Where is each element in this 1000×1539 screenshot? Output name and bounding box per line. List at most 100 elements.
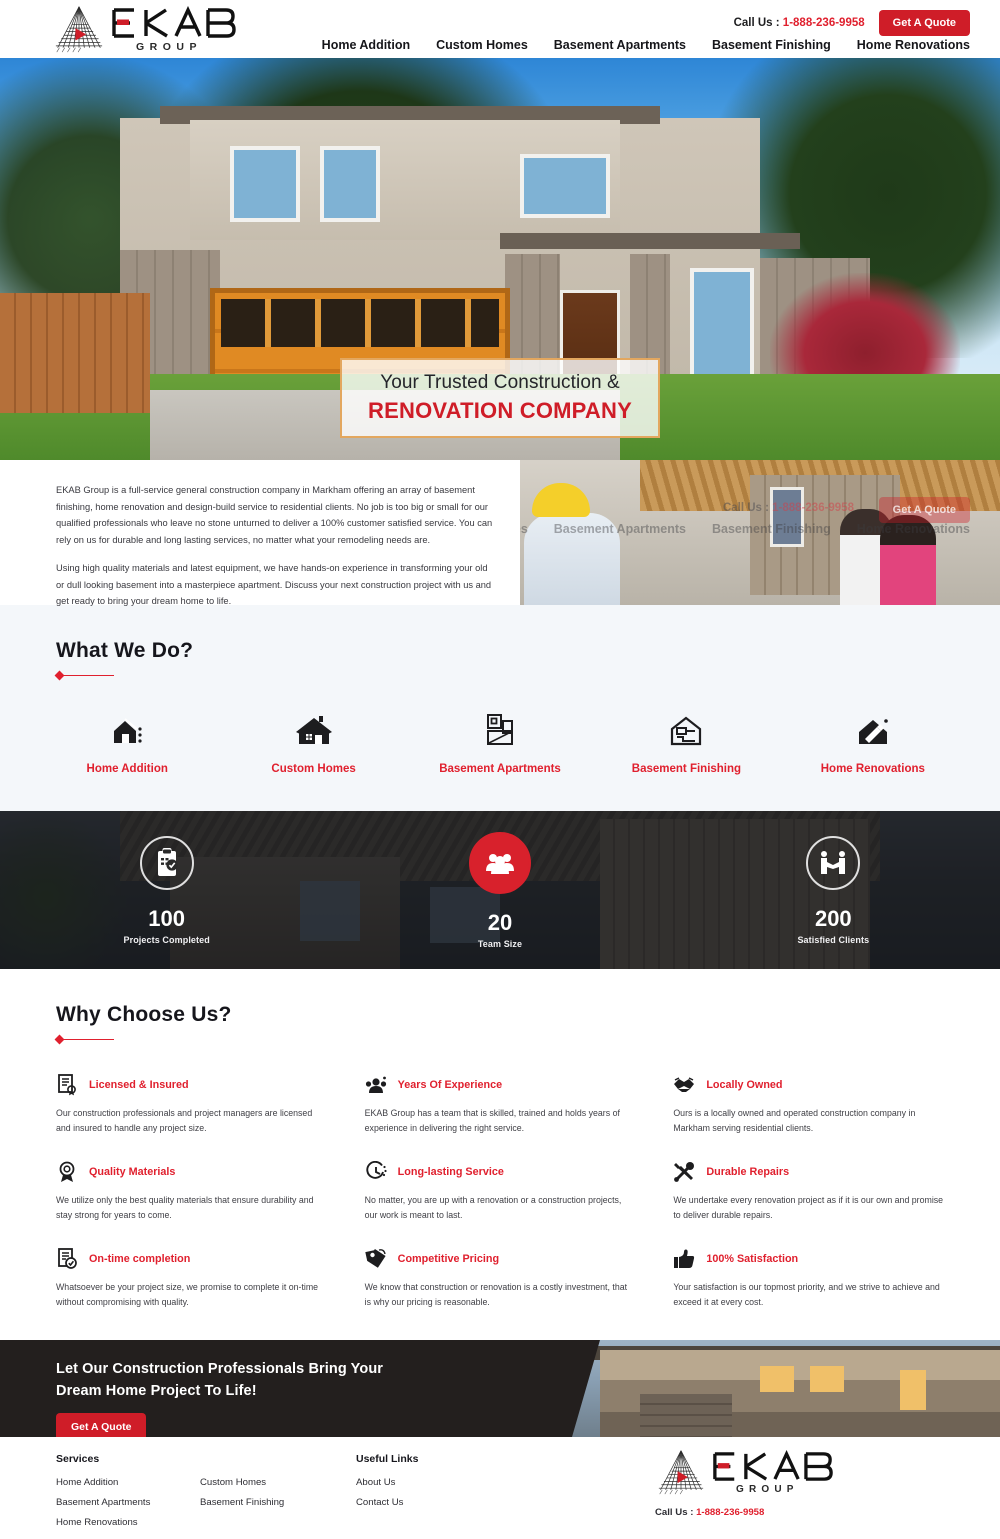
header-phone-number[interactable]: 1-888-236-9958 bbox=[783, 17, 865, 29]
what-we-do-heading: What We Do? bbox=[54, 639, 1000, 681]
service-item-home-renovations[interactable]: Home Renovations bbox=[780, 707, 966, 775]
nav-item-basement-finishing[interactable]: Basement Finishing bbox=[712, 38, 831, 52]
house-renovation-icon bbox=[855, 707, 891, 747]
service-label: Custom Homes bbox=[271, 763, 356, 775]
feature-competitive-pricing: Competitive Pricing We know that constru… bbox=[365, 1247, 636, 1310]
house-addition-icon bbox=[110, 707, 144, 747]
footer-link-basement-apartments[interactable]: Basement Apartments bbox=[56, 1497, 150, 1508]
footer-link-custom-homes[interactable]: Custom Homes bbox=[200, 1477, 284, 1488]
award-ribbon-icon bbox=[56, 1161, 78, 1183]
thumbs-up-icon bbox=[673, 1248, 695, 1270]
feature-body: EKAB Group has a team that is skilled, t… bbox=[364, 1108, 620, 1133]
document-check-icon bbox=[56, 1248, 78, 1270]
footer-link-home-addition[interactable]: Home Addition bbox=[56, 1477, 150, 1488]
feature-title: 100% Satisfaction bbox=[706, 1253, 799, 1265]
feature-on-time-completion: On-time completion Whatsoever be your pr… bbox=[56, 1247, 327, 1310]
feature-body: Whatsoever be your project size, we prom… bbox=[56, 1282, 319, 1307]
feature-years-of-experience: Years Of Experience EKAB Group has a tea… bbox=[365, 1073, 636, 1136]
footer-link-home-renovations[interactable]: Home Renovations bbox=[56, 1517, 150, 1528]
service-label: Home Renovations bbox=[820, 763, 925, 775]
feature-title: Long-lasting Service bbox=[397, 1166, 504, 1178]
services-row: Home Addition Custom Homes Basement Apar… bbox=[0, 707, 1000, 775]
stat-projects-completed: 100 Projects Completed bbox=[0, 835, 333, 945]
footer-useful-links-heading: Useful Links bbox=[356, 1453, 419, 1465]
team-experience-icon bbox=[365, 1074, 387, 1096]
footer-logo-subtext: GROUP bbox=[736, 1483, 799, 1495]
logo-ekab-letters bbox=[112, 5, 236, 38]
feature-quality-materials: Quality Materials We utilize only the be… bbox=[56, 1160, 327, 1223]
footer-link-about-us[interactable]: About Us bbox=[356, 1477, 418, 1488]
intro-copy: EKAB Group is a full-service general con… bbox=[56, 482, 496, 610]
hero-window bbox=[230, 146, 300, 222]
stat-number: 200 bbox=[814, 905, 852, 931]
nav-item-custom-homes[interactable]: Custom Homes bbox=[436, 38, 528, 52]
hero-headline-card: Your Trusted Construction & RENOVATION C… bbox=[340, 358, 660, 438]
service-item-home-addition[interactable]: Home Addition bbox=[34, 707, 220, 775]
feature-title: Licensed & Insured bbox=[89, 1079, 189, 1091]
logo-subtext: GROUP bbox=[136, 40, 203, 53]
intro-photo-door bbox=[770, 487, 804, 547]
feature-body: We utilize only the best quality materia… bbox=[56, 1195, 314, 1220]
intro-paragraph-1: EKAB Group is a full-service general con… bbox=[56, 485, 493, 545]
intro-photo: Call Us : 1-888-236-9958 Get A Quote Cus… bbox=[520, 457, 1000, 605]
call-us-label: Call Us : bbox=[733, 17, 780, 29]
service-item-basement-apartments[interactable]: Basement Apartments bbox=[407, 707, 593, 775]
feature-body: We know that construction or renovation … bbox=[364, 1282, 628, 1307]
cta-get-a-quote-button[interactable]: Get A Quote bbox=[56, 1413, 147, 1437]
basement-apartment-icon bbox=[484, 707, 516, 747]
site-logo[interactable]: GROUP bbox=[52, 5, 238, 53]
why-choose-us-section: Why Choose Us? Licensed & Insured Our co… bbox=[0, 969, 1000, 1340]
intro-paragraph-2: Using high quality materials and latest … bbox=[56, 563, 492, 606]
ekab-fan-logo-icon bbox=[55, 6, 103, 53]
why-choose-us-heading: Why Choose Us? bbox=[54, 1003, 1000, 1045]
feature-durable-repairs: Durable Repairs We undertake every renov… bbox=[673, 1160, 944, 1223]
hero-window bbox=[320, 146, 380, 222]
hero-roof-low bbox=[500, 233, 800, 249]
footer-link-contact-us[interactable]: Contact Us bbox=[356, 1497, 418, 1508]
footer-call-label: Call Us : bbox=[655, 1507, 694, 1518]
heading-underline bbox=[54, 1034, 1000, 1045]
stat-number: 100 bbox=[148, 905, 186, 931]
feature-title: On-time completion bbox=[89, 1253, 191, 1265]
hero-wood-fence bbox=[0, 293, 150, 413]
footer-link-basement-finishing[interactable]: Basement Finishing bbox=[200, 1497, 284, 1508]
logo-wordmark: GROUP bbox=[110, 5, 238, 53]
site-header: GROUP Call Us : 1-888-236-9958 Get A Quo… bbox=[0, 0, 1000, 58]
cta-window bbox=[760, 1366, 794, 1392]
service-item-custom-homes[interactable]: Custom Homes bbox=[220, 707, 406, 775]
header-contact-area: Call Us : 1-888-236-9958 Get A Quote bbox=[734, 10, 970, 36]
stats-banner: 100 Projects Completed 20 Team Size 200 … bbox=[0, 811, 1000, 969]
stat-label: Team Size bbox=[477, 938, 523, 949]
footer-services-col2: Custom Homes Basement Finishing bbox=[200, 1453, 284, 1517]
stat-satisfied-clients: 200 Satisfied Clients bbox=[667, 835, 1000, 945]
main-nav: Home Addition Custom Homes Basement Apar… bbox=[322, 38, 970, 52]
heading-underline bbox=[54, 670, 1000, 681]
section-title: What We Do? bbox=[56, 639, 194, 662]
footer-services-heading: Services bbox=[56, 1453, 100, 1465]
feature-100-satisfaction: 100% Satisfaction Your satisfaction is o… bbox=[673, 1247, 944, 1310]
hero-banner: Your Trusted Construction & RENOVATION C… bbox=[0, 58, 1000, 460]
feature-title: Durable Repairs bbox=[706, 1166, 790, 1178]
underline-rule bbox=[62, 674, 114, 677]
nav-item-home-renovations[interactable]: Home Renovations bbox=[857, 38, 970, 52]
features-grid: Licensed & Insured Our construction prof… bbox=[56, 1073, 944, 1310]
cta-banner: Let Our Construction Professionals Bring… bbox=[0, 1340, 1000, 1437]
wrench-screwdriver-icon bbox=[673, 1161, 695, 1183]
clipboard-check-icon bbox=[139, 835, 194, 890]
site-footer: Services Home Addition Basement Apartmen… bbox=[0, 1437, 1000, 1539]
feature-title: Competitive Pricing bbox=[397, 1253, 500, 1265]
cta-content: Let Our Construction Professionals Bring… bbox=[56, 1358, 383, 1437]
service-item-basement-finishing[interactable]: Basement Finishing bbox=[593, 707, 779, 775]
header-get-a-quote-button[interactable]: Get A Quote bbox=[878, 10, 970, 36]
feature-locally-owned: Locally Owned Ours is a locally owned an… bbox=[673, 1073, 944, 1136]
nav-item-basement-apartments[interactable]: Basement Apartments bbox=[554, 38, 686, 52]
feature-title: Years Of Experience bbox=[397, 1079, 503, 1091]
diamond-icon bbox=[54, 1034, 65, 1045]
footer-call-us: Call Us : 1-888-236-9958 bbox=[655, 1507, 764, 1518]
footer-logo[interactable]: GROUP bbox=[655, 1449, 835, 1495]
nav-item-home-addition[interactable]: Home Addition bbox=[322, 38, 410, 52]
feature-body: Our construction professionals and proje… bbox=[56, 1108, 313, 1133]
stat-label: Satisfied Clients bbox=[797, 934, 870, 945]
feature-body: We undertake every renovation project as… bbox=[673, 1195, 944, 1220]
footer-phone-number[interactable]: 1-888-236-9958 bbox=[696, 1507, 764, 1518]
